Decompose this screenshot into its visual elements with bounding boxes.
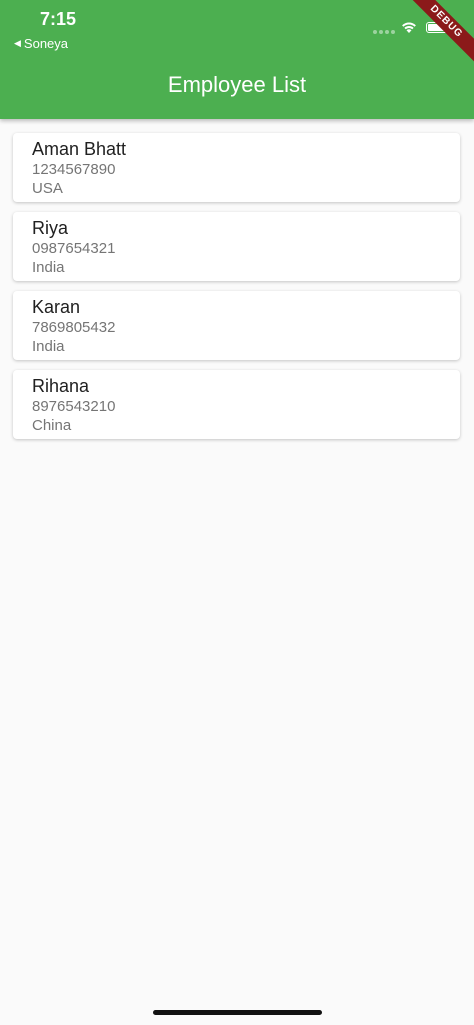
employee-name: Aman Bhatt	[32, 139, 127, 159]
employee-name: Karan	[32, 297, 81, 317]
cellular-signal-icon	[373, 30, 395, 34]
employee-country: India	[32, 259, 65, 276]
back-arrow-icon: ◀	[14, 38, 21, 48]
employee-country: India	[32, 338, 65, 355]
employee-country: China	[32, 417, 72, 434]
employee-phone: 7869805432	[32, 319, 116, 336]
employee-card[interactable]: Aman Bhatt 1234567890 USA	[13, 133, 460, 202]
back-to-app-link[interactable]: ◀ Soneya	[14, 36, 68, 51]
wifi-icon	[402, 22, 416, 33]
employee-country: USA	[32, 180, 63, 197]
employee-name: Riya	[32, 218, 69, 238]
employee-card[interactable]: Rihana 8976543210 China	[13, 370, 460, 439]
status-time: 7:15	[40, 9, 77, 29]
employee-card[interactable]: Riya 0987654321 India	[13, 212, 460, 281]
employee-phone: 0987654321	[32, 240, 116, 257]
employee-list: Aman Bhatt 1234567890 USA Riya 098765432…	[13, 133, 460, 449]
debug-banner: DEBUG	[397, 0, 474, 71]
app-bar: 7:15 ◀ Soneya Employee List DEBUG	[0, 0, 474, 119]
employee-phone: 1234567890	[32, 161, 116, 178]
home-indicator[interactable]	[153, 1010, 322, 1015]
page-title: Employee List	[167, 72, 307, 97]
back-app-label: Soneya	[23, 36, 69, 51]
employee-phone: 8976543210	[32, 398, 116, 415]
employee-name: Rihana	[32, 376, 90, 396]
employee-card[interactable]: Karan 7869805432 India	[13, 291, 460, 360]
